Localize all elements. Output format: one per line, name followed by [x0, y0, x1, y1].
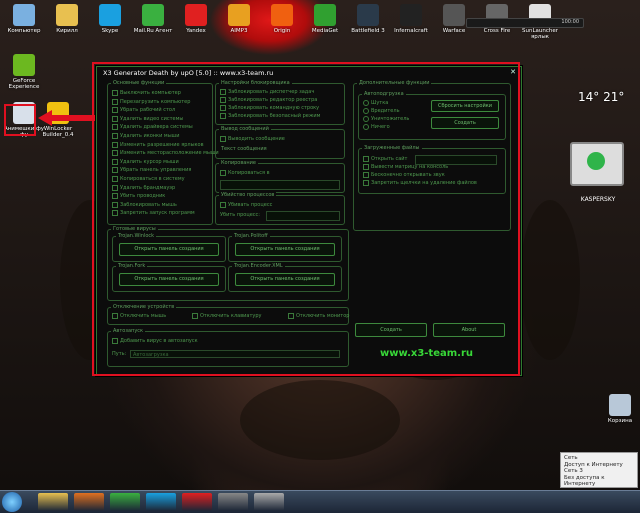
skype-icon[interactable]: [146, 493, 176, 511]
monitor-icon: [570, 142, 624, 186]
explorer-icon[interactable]: [38, 493, 68, 511]
media-player-icon[interactable]: [74, 493, 104, 511]
network-status-2: Без доступа к Интернету: [564, 474, 605, 488]
desktop-icon[interactable]: Yandex: [174, 4, 218, 34]
highlight-frame: [92, 62, 520, 376]
desktop-icon[interactable]: Mail.Ru Агент: [131, 4, 175, 34]
start-button[interactable]: [2, 492, 22, 512]
desktop-icon[interactable]: MediaGet: [303, 4, 347, 34]
taskbar: [0, 490, 640, 513]
agent-icon[interactable]: [110, 493, 140, 511]
top-gadget: 100:00: [466, 18, 584, 28]
red-arrow-icon: [38, 110, 96, 126]
computer-icon: [13, 4, 35, 26]
desktop-icon[interactable]: AIMP3: [217, 4, 261, 34]
desktop-icon-label: Battlefield 3: [351, 28, 385, 34]
desktop-icon-label: MediaGet: [311, 28, 339, 34]
desktop-icon-label: GeForce Experience: [8, 78, 40, 90]
desktop-icon-label: Origin: [273, 28, 291, 34]
folder-icon: [56, 4, 78, 26]
warface-icon: [443, 4, 465, 26]
desktop-icon[interactable]: Skype: [88, 4, 132, 34]
kaspersky-gadget[interactable]: KASPERSKY: [570, 142, 626, 204]
recycle-bin-label: Корзина: [607, 418, 633, 424]
kaspersky-label: KASPERSKY: [580, 196, 616, 203]
desktop-icon-label: WinLocker Builder_0.4: [42, 126, 74, 138]
mediaget-icon: [314, 4, 336, 26]
network-popup: Сеть Доступ к Интернету Сеть 3 Без досту…: [560, 452, 638, 488]
battlefield-icon: [357, 4, 379, 26]
weather-gadget: 14° 21°: [578, 90, 625, 104]
yandex-icon[interactable]: [182, 493, 212, 511]
desktop-icon[interactable]: GeForce Experience: [2, 54, 46, 90]
geforce-icon: [13, 54, 35, 76]
highlight-box: [4, 104, 36, 136]
infernalcraft-icon: [400, 4, 422, 26]
mailru-agent-icon: [142, 4, 164, 26]
desktop-icon[interactable]: Кирилл: [45, 4, 89, 34]
origin-icon: [271, 4, 293, 26]
desktop-icon[interactable]: Компьютер: [2, 4, 46, 34]
recycle-bin-icon: [609, 394, 631, 416]
app-icon[interactable]: [218, 493, 248, 511]
app-icon[interactable]: [254, 493, 284, 511]
desktop-icon-label: SunLauncher ярлык: [521, 28, 559, 40]
desktop-icon-label: Skype: [101, 28, 119, 34]
desktop-icon-label: Warface: [442, 28, 466, 34]
desktop-icon-label: Mail.Ru Агент: [133, 28, 173, 34]
skype-icon: [99, 4, 121, 26]
desktop-icon[interactable]: Infernalcraft: [389, 4, 433, 34]
desktop-icon-label: Компьютер: [7, 28, 41, 34]
desktop-icon-label: Infernalcraft: [394, 28, 428, 34]
recycle-bin[interactable]: Корзина: [598, 394, 640, 424]
yandex-icon: [185, 4, 207, 26]
desktop-icon-label: Кирилл: [56, 28, 78, 34]
desktop-icon-label: Yandex: [186, 28, 206, 34]
desktop-icon[interactable]: Origin: [260, 4, 304, 34]
desktop-icon-label: AIMP3: [230, 28, 248, 34]
desktop-icon-label: Cross Fire: [483, 28, 511, 34]
aimp-icon: [228, 4, 250, 26]
desktop-icon[interactable]: Battlefield 3: [346, 4, 390, 34]
